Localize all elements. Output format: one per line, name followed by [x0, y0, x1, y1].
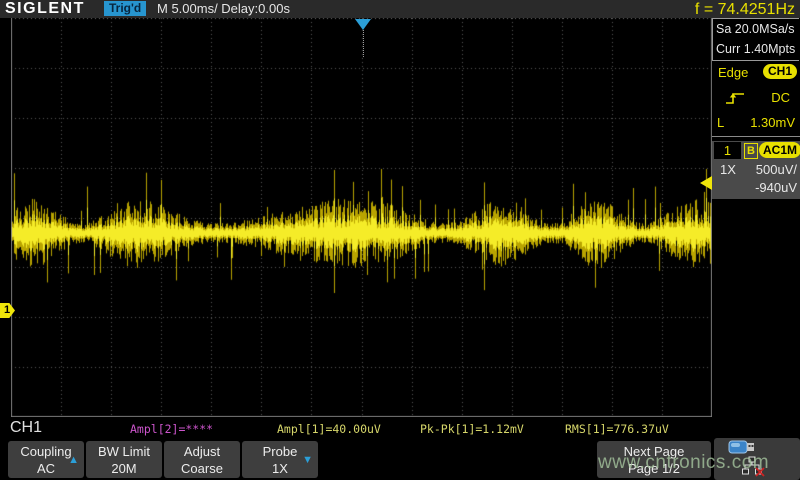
bw-limit-button[interactable]: BW Limit 20M [86, 441, 162, 478]
memory-depth: Curr 1.40Mpts [713, 39, 799, 59]
up-arrow-icon: ▲ [68, 454, 79, 466]
channel-number: 1 [714, 142, 741, 159]
trigger-level-marker[interactable] [700, 176, 712, 190]
channel1-panel[interactable]: 1 B AC1M 1X 500uV/ -940uV [712, 141, 800, 199]
trigger-position-marker[interactable] [355, 19, 371, 30]
trigger-panel[interactable]: Edge CH1 DC L 1.30mV [712, 61, 800, 137]
sample-rate: Sa 20.0MSa/s [713, 19, 799, 39]
oscilloscope-screen: SIGLENT Trig'd M 5.00ms/ Delay:0.00s f =… [0, 0, 800, 480]
adjust-button[interactable]: Adjust Coarse [164, 441, 240, 478]
channel-coupling-badge: AC1M [759, 142, 800, 158]
trigger-level-label: L [717, 115, 724, 130]
measure-channel-label: CH1 [10, 419, 42, 437]
probe-button[interactable]: Probe 1X ▼ [242, 441, 318, 478]
trigger-status-badge: Trig'd [104, 1, 146, 16]
adjust-button-value: Coarse [164, 461, 240, 477]
measure-rms1: RMS[1]=776.37uV [565, 422, 669, 436]
trigger-position-line [363, 30, 364, 57]
measure-ampl1: Ampl[1]=40.00uV [277, 422, 381, 436]
watermark: www.cntronics.com [598, 452, 769, 474]
down-arrow-icon: ▼ [302, 454, 313, 466]
trigger-source-badge: CH1 [763, 64, 797, 79]
measure-ampl2: Ampl[2]=**** [130, 422, 213, 436]
rising-edge-icon [724, 89, 746, 111]
frequency-counter: f = 74.4251Hz [695, 0, 795, 19]
measure-pkpk1: Pk-Pk[1]=1.12mV [420, 422, 524, 436]
waveform-display [11, 18, 712, 417]
trigger-type: Edge [718, 65, 748, 80]
trigger-level-value: 1.30mV [750, 115, 795, 130]
coupling-button[interactable]: Coupling AC ▲ [8, 441, 84, 478]
acquisition-panel[interactable]: Sa 20.0MSa/s Curr 1.40Mpts [712, 18, 799, 61]
probe-attenuation: 1X [720, 162, 736, 177]
timebase-readout[interactable]: M 5.00ms/ Delay:0.00s [157, 0, 290, 18]
header-bar: SIGLENT Trig'd M 5.00ms/ Delay:0.00s f =… [0, 0, 800, 18]
bandwidth-badge: B [744, 143, 758, 159]
brand-logo: SIGLENT [5, 0, 85, 18]
channel-offset: -940uV [755, 180, 797, 195]
bw-limit-button-value: 20M [86, 461, 162, 477]
bw-limit-button-label: BW Limit [86, 442, 162, 461]
trigger-coupling: DC [771, 90, 790, 105]
adjust-button-label: Adjust [164, 442, 240, 461]
volts-per-div: 500uV/ [756, 162, 797, 177]
